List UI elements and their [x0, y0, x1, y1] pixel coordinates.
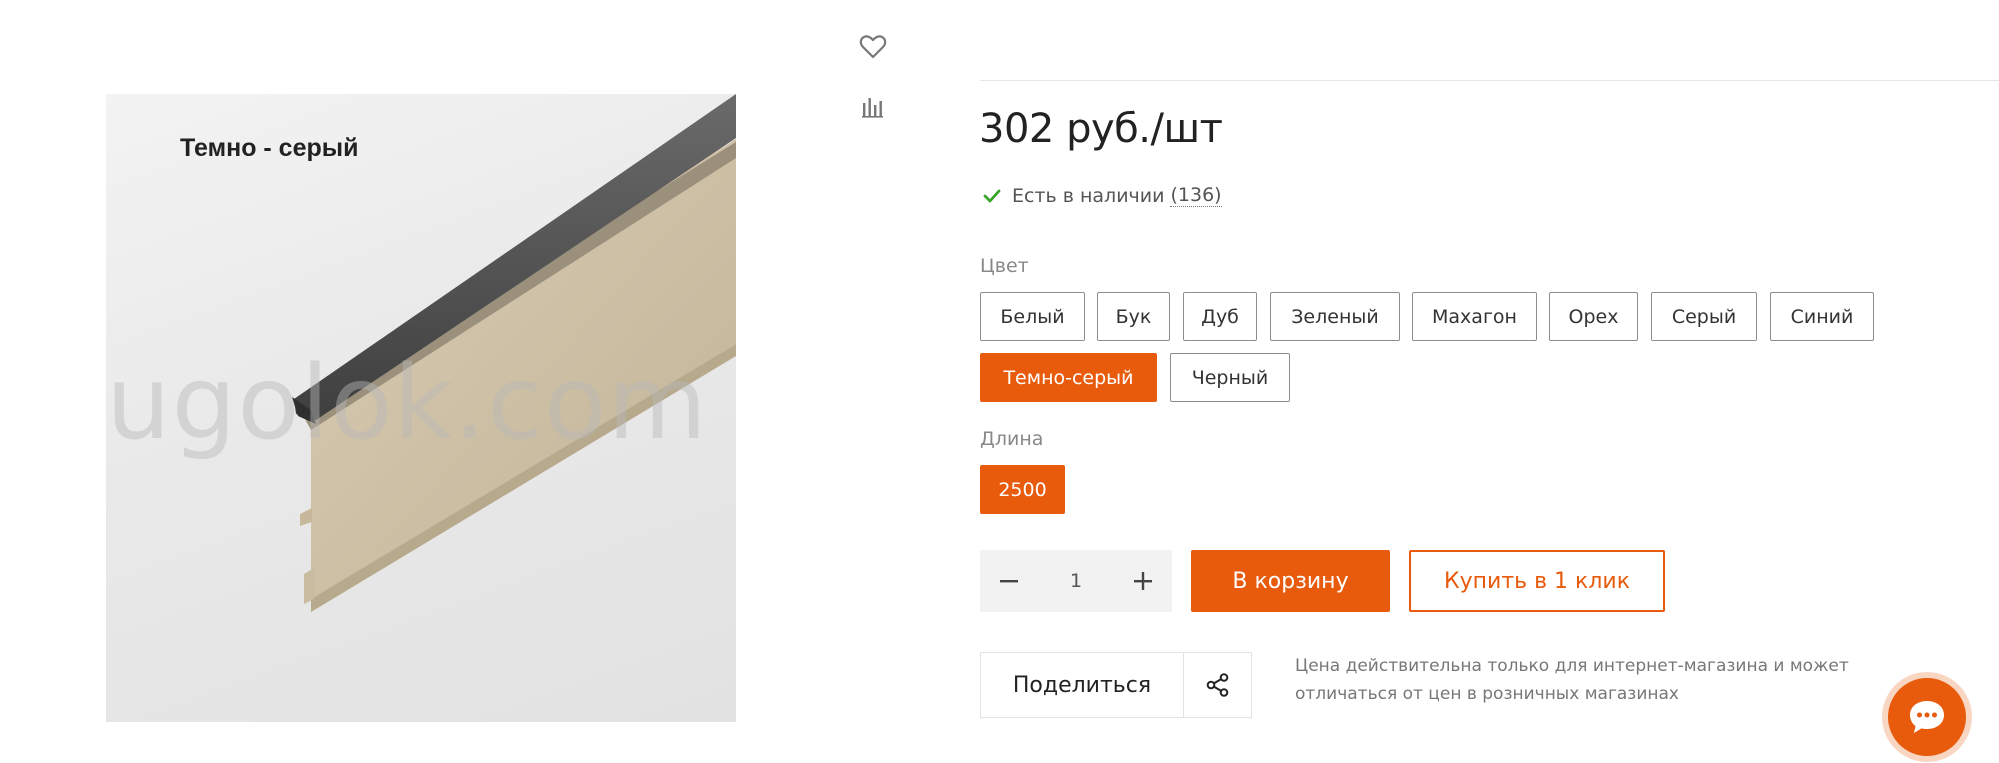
- share-label: Поделиться: [1012, 672, 1152, 698]
- quantity-value[interactable]: 1: [1038, 570, 1114, 592]
- image-caption: Темно - серый: [180, 134, 359, 162]
- decrease-button[interactable]: [980, 550, 1038, 612]
- color-option-walnut[interactable]: Орех: [1549, 292, 1638, 341]
- color-label: Цвет: [980, 255, 1029, 277]
- checkmark-icon: [983, 189, 1001, 202]
- add-to-cart-button[interactable]: В корзину: [1191, 550, 1390, 612]
- minus-icon: [1000, 580, 1018, 583]
- product-image[interactable]: ugolok.com Темно - серый: [106, 94, 736, 722]
- color-option-oak[interactable]: Дуб: [1183, 292, 1257, 341]
- stock-text: Есть в наличии: [1012, 184, 1165, 207]
- bar-chart-icon[interactable]: [858, 92, 888, 122]
- watermark: ugolok.com: [106, 344, 708, 463]
- plus-icon: [1134, 572, 1152, 590]
- share-icon: [1206, 673, 1228, 697]
- quantity-stepper: 1: [980, 550, 1172, 612]
- color-option-mahogany[interactable]: Махагон: [1412, 292, 1537, 341]
- buy-one-click-button[interactable]: Купить в 1 клик: [1409, 550, 1665, 612]
- stock-status: Есть в наличии (136): [982, 184, 1222, 207]
- product-price: 302 руб./шт: [979, 106, 1223, 152]
- product-actions: [858, 32, 888, 152]
- stock-count[interactable]: (136): [1170, 184, 1222, 207]
- price-note: Цена действительна только для интернет-м…: [1295, 656, 1849, 704]
- heart-icon[interactable]: [858, 32, 888, 62]
- color-option-black[interactable]: Черный: [1170, 353, 1290, 402]
- chat-button[interactable]: [1888, 678, 1966, 756]
- color-option-white[interactable]: Белый: [980, 292, 1085, 341]
- increase-button[interactable]: [1114, 550, 1172, 612]
- length-option-2500[interactable]: 2500: [980, 465, 1065, 514]
- chat-widget[interactable]: [1882, 672, 1972, 762]
- color-option-green[interactable]: Зеленый: [1270, 292, 1400, 341]
- color-option-dark-grey[interactable]: Темно-серый: [980, 353, 1157, 402]
- share-icon-wrap[interactable]: [1184, 653, 1251, 717]
- share-button[interactable]: Поделиться: [980, 652, 1252, 718]
- color-option-grey[interactable]: Серый: [1651, 292, 1757, 341]
- color-option-beech[interactable]: Бук: [1097, 292, 1170, 341]
- length-label: Длина: [980, 428, 1044, 450]
- chat-icon: [1910, 701, 1944, 733]
- color-option-blue[interactable]: Синий: [1770, 292, 1874, 341]
- top-divider: [980, 80, 1999, 81]
